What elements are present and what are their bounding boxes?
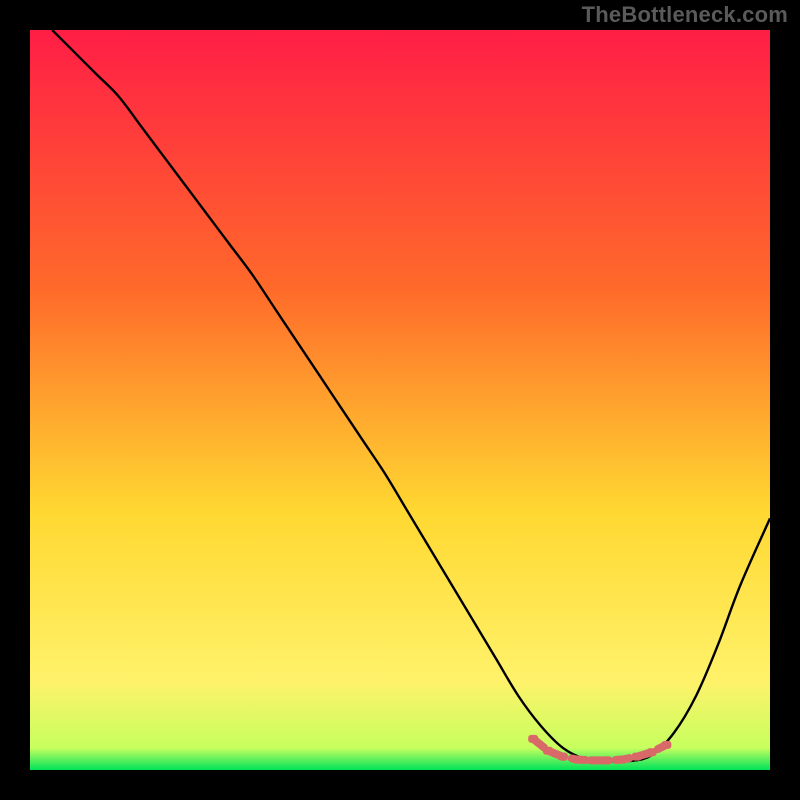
- gradient-rect: [30, 30, 770, 770]
- marker-point: [602, 756, 612, 764]
- marker-point: [632, 753, 642, 761]
- plot-area: [30, 30, 770, 770]
- chart-svg: [30, 30, 770, 770]
- marker-point: [528, 735, 538, 743]
- marker-point: [661, 741, 671, 749]
- marker-point: [587, 756, 597, 764]
- marker-point: [647, 748, 657, 756]
- marker-point: [543, 747, 553, 755]
- watermark-text: TheBottleneck.com: [582, 2, 788, 28]
- marker-point: [617, 756, 627, 764]
- marker-point: [573, 756, 583, 764]
- marker-point: [558, 753, 568, 761]
- chart-frame: TheBottleneck.com: [0, 0, 800, 800]
